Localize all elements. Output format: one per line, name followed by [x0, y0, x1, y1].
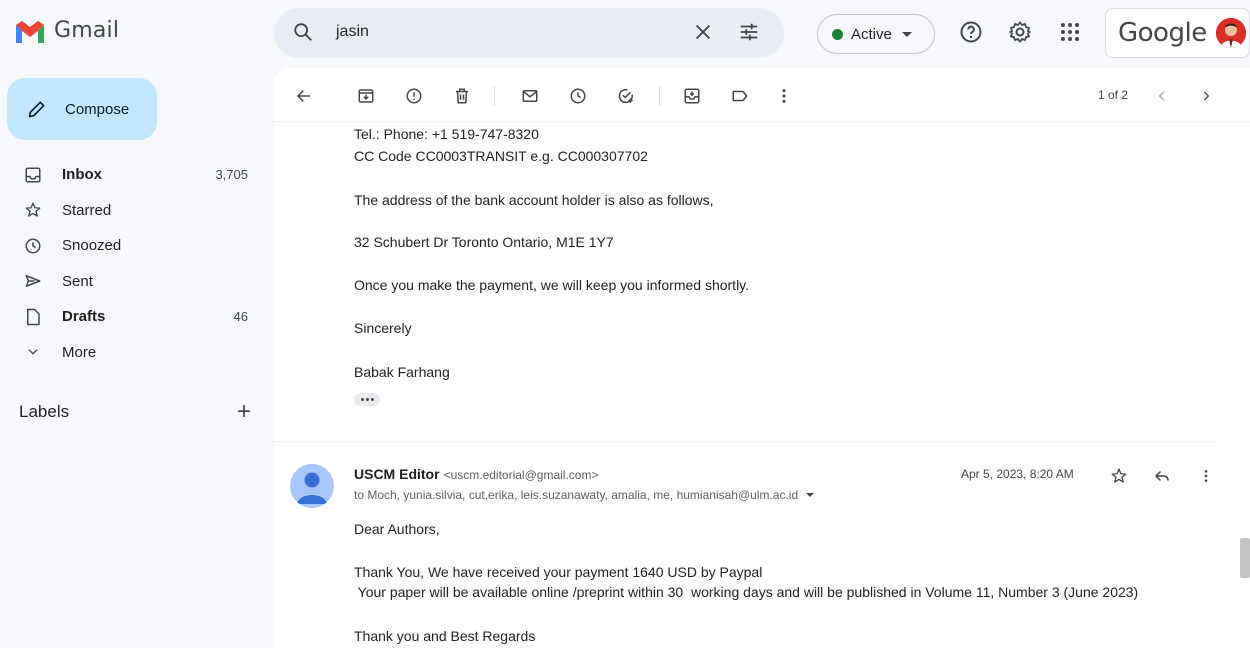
status-dot-icon	[832, 28, 843, 40]
draft-count: 46	[233, 309, 248, 325]
sidebar-item-label: Starred	[62, 201, 112, 219]
back-arrow-icon[interactable]	[294, 86, 314, 106]
reply-arrow-icon[interactable]	[1152, 466, 1172, 486]
account-switcher[interactable]: Google	[1105, 8, 1250, 58]
search-bar[interactable]: jasin	[274, 8, 784, 58]
sidebar-item-label: Drafts	[62, 308, 106, 326]
clear-search-icon[interactable]	[692, 21, 714, 43]
message-body-line: Sincerely	[354, 320, 412, 336]
message-body-line: Thank you and Best Regards	[354, 628, 536, 644]
sender-avatar[interactable]	[290, 464, 334, 508]
sidebar-item-snoozed[interactable]: Snoozed	[0, 228, 262, 264]
pagination-label: 1 of 2	[1098, 88, 1129, 102]
sender-name[interactable]: USCM Editor	[354, 466, 440, 482]
pencil-icon	[28, 101, 45, 118]
signature-line: Babak Farhang	[354, 364, 450, 380]
sidebar-item-inbox[interactable]: Inbox 3,705	[0, 157, 262, 193]
default-person-icon	[297, 472, 327, 504]
settings-gear-icon[interactable]	[1008, 20, 1032, 44]
chevron-down-icon	[24, 343, 42, 361]
google-brand: Google	[1118, 18, 1207, 48]
labels-section: Labels +	[19, 400, 251, 424]
status-dropdown[interactable]: Active	[817, 14, 935, 54]
person-avatar-icon	[1216, 18, 1246, 48]
sidebar-item-label: More	[62, 343, 97, 361]
message-body-line: Once you make the payment, we will keep …	[354, 277, 750, 293]
message-more-options-icon[interactable]	[1196, 466, 1216, 486]
older-chevron-right-icon[interactable]	[1196, 86, 1216, 106]
message-body-line: Dear Authors,	[354, 521, 440, 537]
message-body-line: 32 Schubert Dr Toronto Ontario, M1E 1Y7	[354, 234, 614, 250]
sidebar-item-label: Sent	[62, 272, 93, 290]
caret-down-icon	[901, 31, 912, 37]
newer-chevron-left-icon[interactable]	[1152, 86, 1172, 106]
profile-avatar[interactable]	[1216, 18, 1246, 48]
sidebar-item-sent[interactable]: Sent	[0, 264, 262, 300]
snooze-clock-icon[interactable]	[568, 86, 588, 106]
label-tag-icon[interactable]	[730, 86, 750, 106]
message-body-line: Thank You, We have received your payment…	[354, 564, 763, 580]
message-divider	[274, 441, 1218, 442]
sidebar-nav: Inbox 3,705 Starred Snoozed Sent Drafts …	[0, 157, 262, 370]
move-to-icon[interactable]	[682, 86, 702, 106]
apps-grid-icon[interactable]	[1058, 20, 1082, 44]
message-body-line: CC Code CC0003TRANSIT e.g. CC000307702	[354, 148, 648, 164]
delete-trash-icon[interactable]	[452, 86, 472, 106]
toolbar-divider	[494, 86, 495, 106]
show-trimmed-content-button[interactable]	[354, 393, 380, 406]
sidebar-item-starred[interactable]: Starred	[0, 193, 262, 229]
status-label: Active	[851, 25, 892, 43]
recipients-line: to Moch, yunia.silvia, cut.erika, leis.s…	[354, 488, 815, 502]
draft-icon	[24, 308, 42, 326]
add-label-plus-icon[interactable]: +	[237, 400, 251, 424]
sidebar-item-label: Snoozed	[62, 237, 122, 255]
message-pane: 1 of 2 Tel.: Phone: +1 519-747-8320 CC C…	[274, 68, 1250, 648]
star-icon	[24, 201, 42, 219]
star-message-icon[interactable]	[1109, 466, 1129, 486]
app-name: Gmail	[54, 18, 120, 43]
sidebar-item-more[interactable]: More	[0, 335, 262, 371]
gmail-m-icon	[16, 20, 44, 43]
unread-count: 3,705	[215, 167, 248, 183]
search-options-icon[interactable]	[738, 21, 760, 43]
add-task-icon[interactable]	[616, 86, 636, 106]
toolbar-divider	[659, 86, 660, 106]
message-body-line: Your paper will be available online /pre…	[354, 584, 1139, 600]
gmail-logo[interactable]: Gmail	[14, 18, 119, 43]
send-icon	[24, 272, 42, 290]
sender-line: USCM Editor <uscm.editorial@gmail.com>	[354, 466, 598, 482]
message-toolbar: 1 of 2	[274, 68, 1250, 122]
compose-label: Compose	[65, 100, 130, 118]
labels-heading: Labels	[19, 402, 70, 421]
archive-icon[interactable]	[356, 86, 376, 106]
report-spam-icon[interactable]	[404, 86, 424, 106]
message-date: Apr 5, 2023, 8:20 AM	[961, 467, 1074, 481]
show-details-caret-icon[interactable]	[806, 493, 815, 497]
sidebar-item-label: Inbox	[62, 166, 102, 184]
compose-button[interactable]: Compose	[7, 78, 157, 140]
clock-icon	[24, 237, 42, 255]
message-body-line: Tel.: Phone: +1 519-747-8320	[354, 126, 539, 142]
scrollbar-thumb[interactable]	[1240, 538, 1250, 578]
more-options-icon[interactable]	[774, 86, 794, 106]
search-input[interactable]: jasin	[336, 23, 369, 41]
recipients-text: to Moch, yunia.silvia, cut.erika, leis.s…	[354, 488, 799, 502]
mark-unread-envelope-icon[interactable]	[520, 86, 540, 106]
help-icon[interactable]	[959, 20, 983, 44]
search-icon[interactable]	[292, 21, 314, 43]
sidebar-item-drafts[interactable]: Drafts 46	[0, 299, 262, 335]
inbox-icon	[24, 166, 42, 184]
sender-email: <uscm.editorial@gmail.com>	[443, 468, 599, 482]
message-body-line: The address of the bank account holder i…	[354, 192, 714, 208]
